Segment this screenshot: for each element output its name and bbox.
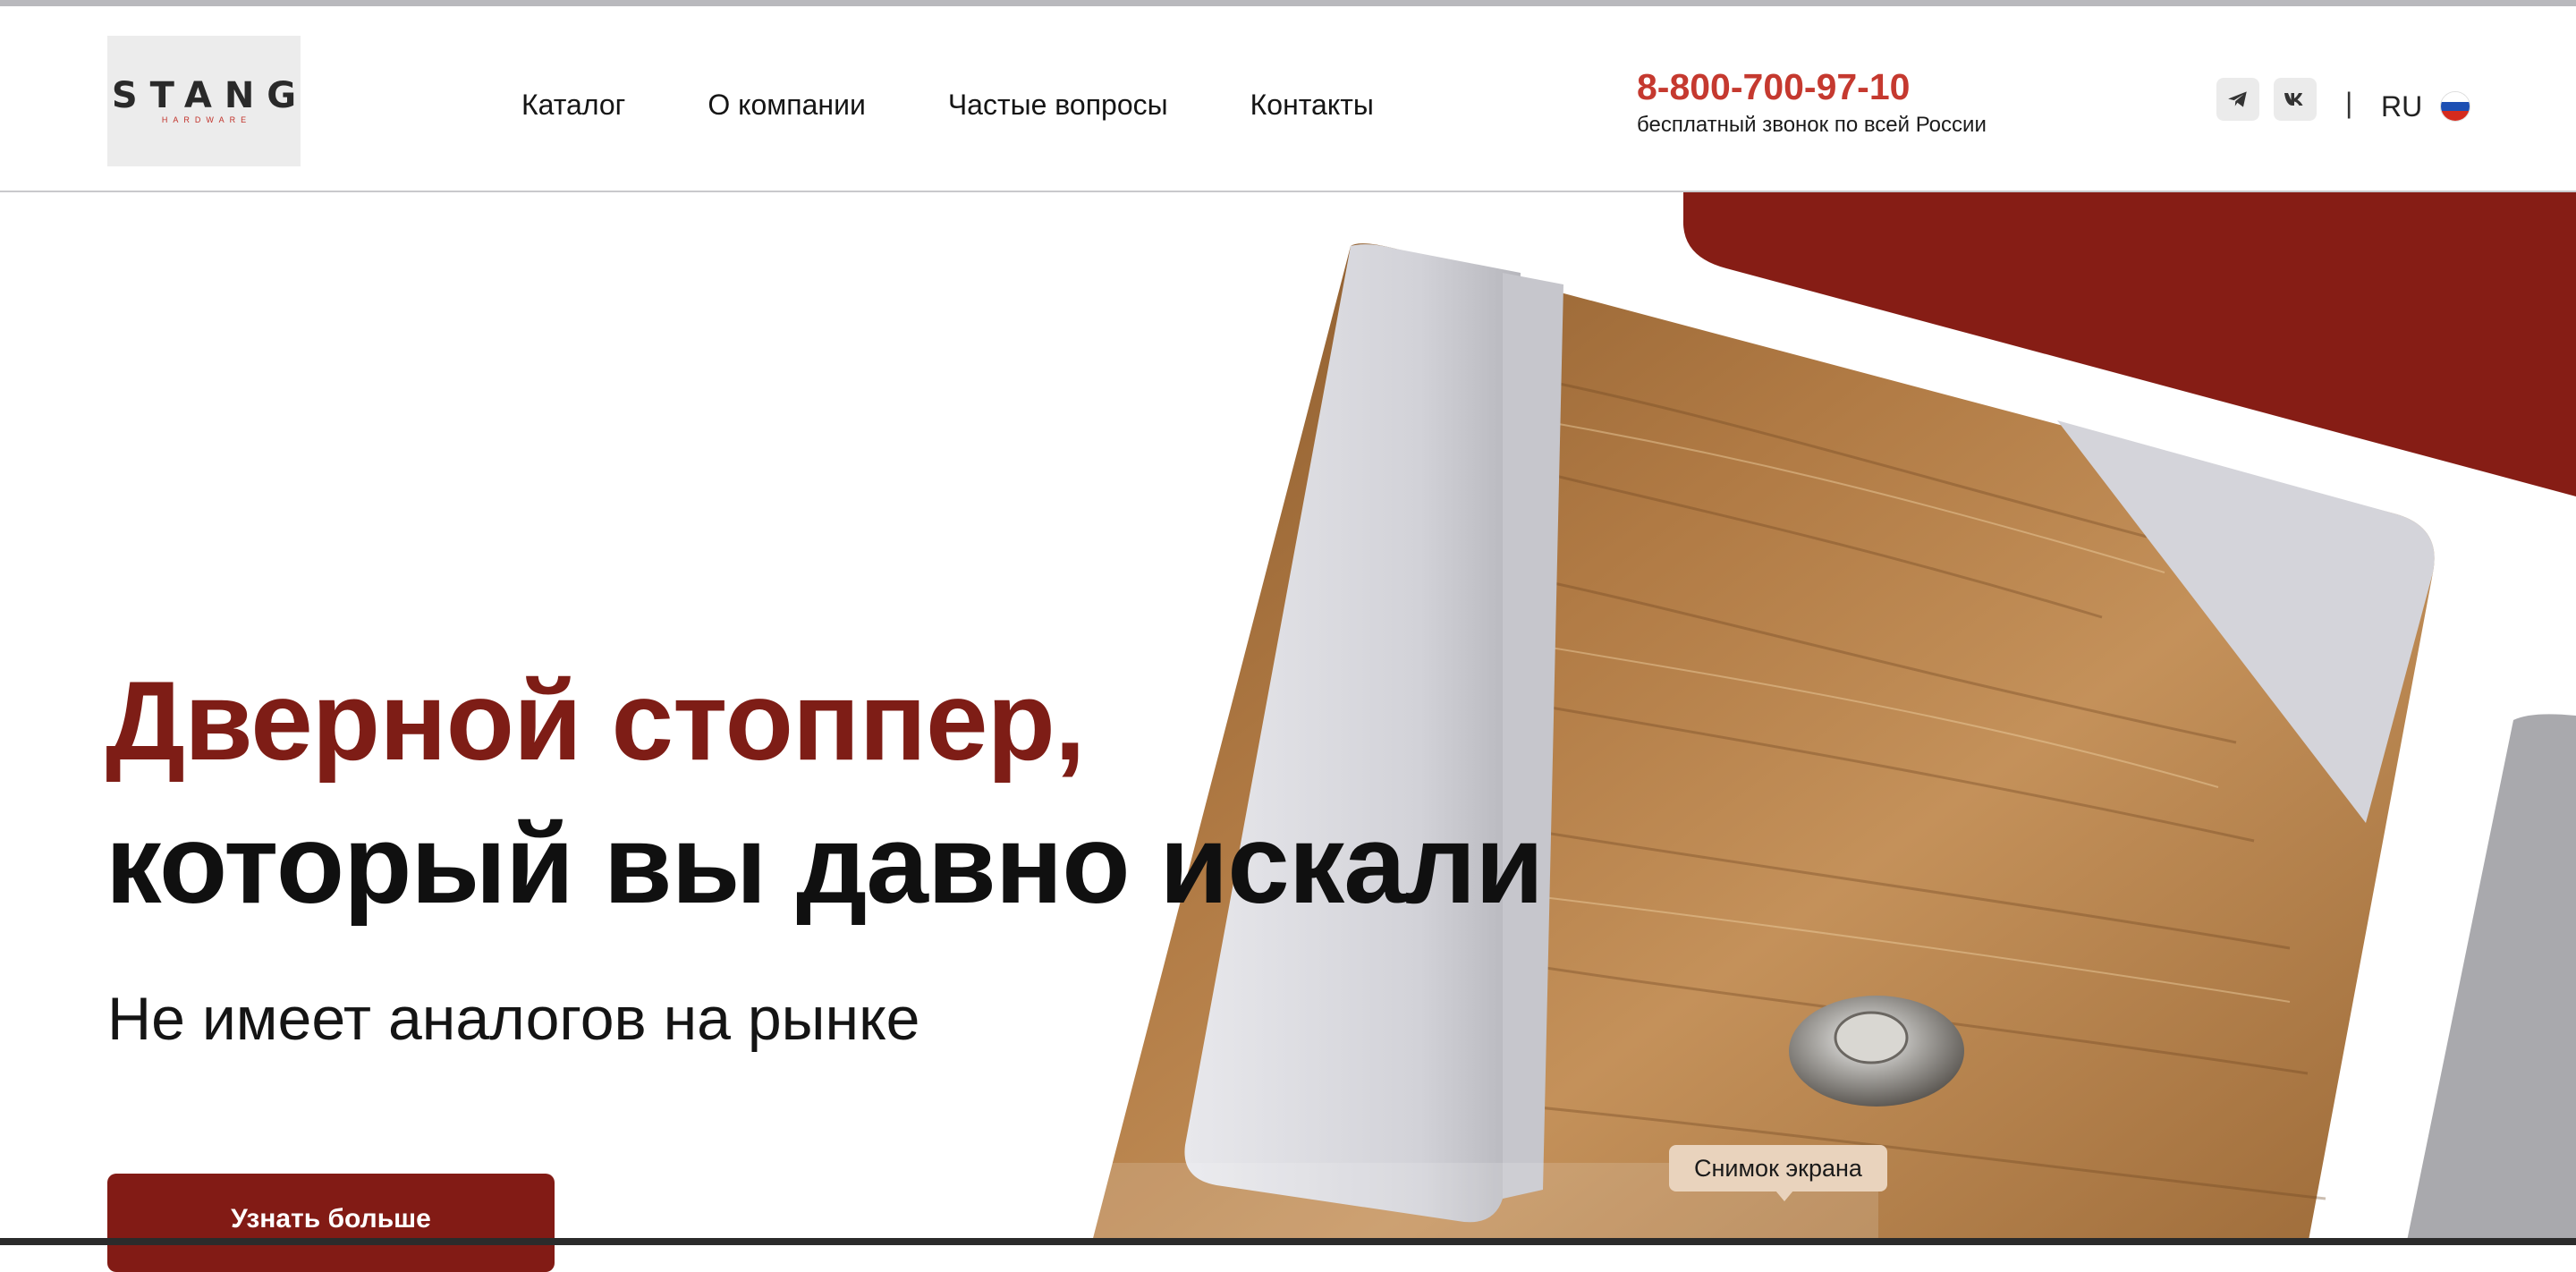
hero-headline-accent: Дверной стоппер,	[106, 659, 1086, 784]
browser-top-edge	[0, 0, 2576, 6]
nav-item-catalog[interactable]: Каталог	[521, 89, 625, 122]
phone-number-link[interactable]: 8-800-700-97-10	[1637, 69, 1987, 106]
logo-subtext: HARDWARE	[161, 115, 252, 124]
logo[interactable]: STANG HARDWARE	[107, 36, 301, 166]
tooltip-arrow	[1775, 1191, 1793, 1201]
vk-button[interactable]	[2274, 78, 2317, 121]
telegram-icon	[2228, 91, 2247, 107]
russia-flag-icon[interactable]	[2440, 91, 2470, 122]
language-switcher[interactable]: RU	[2381, 90, 2422, 123]
phone-note: бесплатный звонок по всей России	[1637, 113, 1987, 137]
site-header: STANG HARDWARE Каталог О компании Частые…	[0, 6, 2576, 192]
hero-headline-main: который вы давно искали	[106, 802, 1544, 927]
nav-item-about[interactable]: О компании	[708, 89, 865, 122]
logo-text: STANG	[111, 75, 309, 116]
screenshot-toolbar-edge	[0, 1238, 2576, 1245]
screenshot-tooltip: Снимок экрана	[1669, 1145, 1887, 1191]
telegram-button[interactable]	[2216, 78, 2259, 121]
nav-item-contacts[interactable]: Контакты	[1250, 89, 1374, 122]
vk-icon	[2284, 93, 2303, 106]
nav-item-faq[interactable]: Частые вопросы	[948, 89, 1168, 122]
phone-block: 8-800-700-97-10 бесплатный звонок по все…	[1637, 69, 1987, 138]
main-nav: Каталог О компании Частые вопросы Контак…	[521, 89, 1456, 122]
learn-more-button[interactable]: Узнать больше	[107, 1174, 555, 1272]
header-separator: |	[2345, 87, 2353, 119]
hero-subtitle: Не имеет аналогов на рынке	[107, 985, 920, 1053]
